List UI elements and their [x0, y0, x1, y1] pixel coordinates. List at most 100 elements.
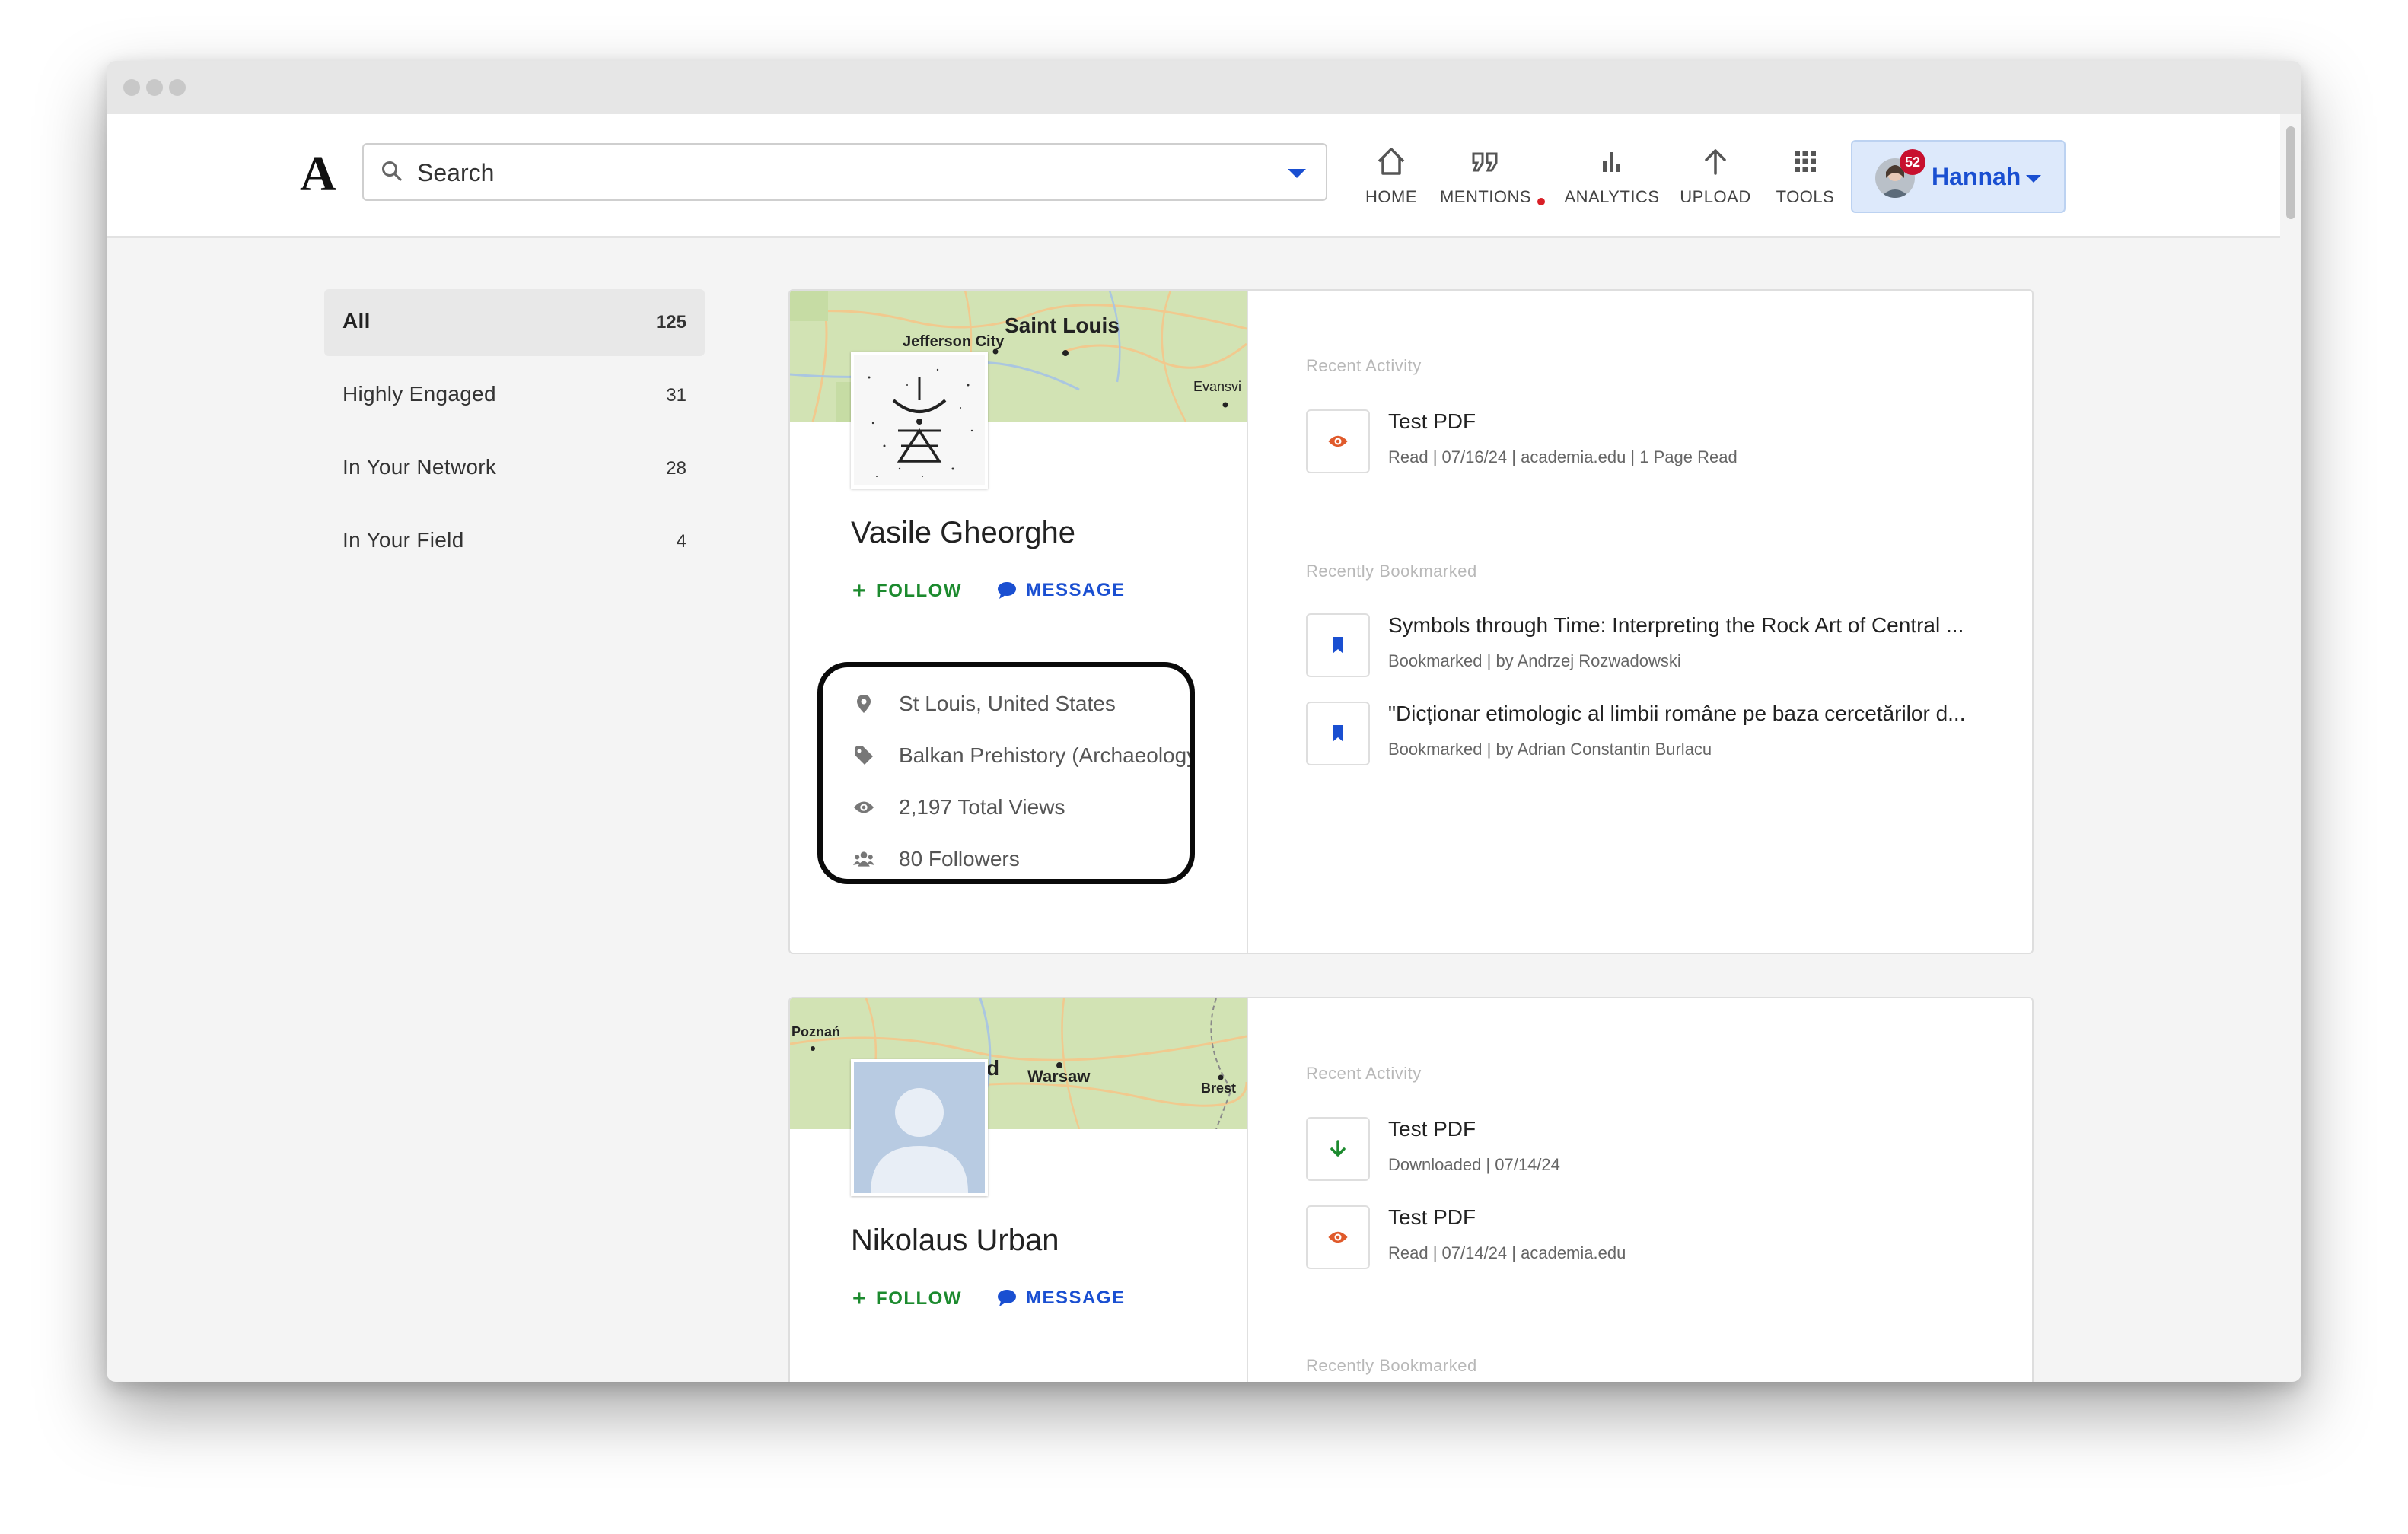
nav-home-label: HOME [1365, 187, 1417, 206]
eye-icon [853, 801, 874, 813]
search-input[interactable] [416, 154, 1256, 192]
map-label-jefferson-city: Jefferson City [903, 333, 1005, 350]
notification-count-badge: 52 [1900, 149, 1925, 175]
tag-icon [855, 746, 873, 765]
recently-bookmarked-heading: Recently Bookmarked [1306, 562, 1477, 581]
window-titlebar [107, 61, 2301, 114]
recently-bookmarked-heading: Recently Bookmarked [1306, 1356, 1477, 1375]
profile-photo-placeholder[interactable] [851, 1059, 988, 1196]
nav-tools-label: TOOLS [1776, 187, 1835, 206]
bookmark-icon [1333, 637, 1343, 654]
nav-home[interactable]: HOME [1365, 145, 1417, 207]
map-label-fragment: d [986, 1056, 1000, 1080]
search-icon [382, 161, 402, 181]
activity-meta: Downloaded | 07/14/24 [1388, 1155, 1560, 1174]
activity-meta: Read | 07/16/24 | academia.edu | 1 Page … [1388, 447, 1738, 466]
nav-analytics[interactable]: ANALYTICS [1559, 145, 1665, 207]
mentions-notification-dot [1537, 198, 1545, 205]
nav-mentions-label: MENTIONS [1439, 187, 1532, 206]
academia-logo[interactable]: A [300, 149, 336, 199]
profile-name[interactable]: Vasile Gheorghe [851, 516, 1075, 550]
bookmark-icon-box [1306, 613, 1370, 677]
activity-title[interactable]: Test PDF [1388, 1205, 1476, 1230]
profile-stats-highlight: St Louis, United States Balkan Prehistor… [817, 662, 1195, 884]
window-close-dot[interactable] [123, 79, 140, 96]
activity-title[interactable]: Test PDF [1388, 409, 1476, 434]
activity-icon-box [1306, 1205, 1370, 1269]
profile-card: Poznań Warsaw Brest d Nikolaus Urban + F… [788, 997, 2034, 1382]
message-label: MESSAGE [1026, 580, 1126, 600]
bar-chart-icon [1603, 152, 1620, 172]
filter-in-your-network[interactable]: In Your Network 28 [324, 435, 705, 502]
follow-label: FOLLOW [876, 1288, 962, 1309]
profile-photo[interactable] [851, 352, 988, 489]
search-box[interactable] [362, 143, 1327, 201]
profile-panel: Saint Louis Jefferson City Evansvi Vasil… [790, 291, 1248, 953]
nav-upload[interactable]: UPLOAD [1674, 145, 1757, 207]
stat-views: 2,197 Total Views [853, 795, 1065, 820]
default-avatar-icon [854, 1062, 985, 1193]
grid-icon [1795, 151, 1816, 172]
search-dropdown-caret-icon[interactable] [1288, 169, 1306, 178]
profile-card: Saint Louis Jefferson City Evansvi Vasil… [788, 289, 2034, 954]
nav-tools[interactable]: TOOLS [1769, 145, 1842, 207]
bookmark-meta: Bookmarked | by Andrzej Rozwadowski [1388, 651, 1681, 670]
activity-icon-box [1306, 409, 1370, 473]
filter-label: All [342, 309, 371, 333]
username-label: Hannah [1932, 163, 2021, 190]
filter-highly-engaged[interactable]: Highly Engaged 31 [324, 362, 705, 429]
activity-panel: Recent Activity Test PDF Downloaded | 07… [1247, 998, 2032, 1382]
filter-count: 125 [655, 312, 686, 333]
map-label-brest: Brest [1201, 1080, 1237, 1096]
bookmark-meta: Bookmarked | by Adrian Constantin Burlac… [1388, 740, 1712, 759]
filter-in-your-field[interactable]: In Your Field 4 [324, 508, 705, 575]
stat-followers-text: 80 Followers [899, 847, 1020, 870]
map-label-poznan: Poznań [792, 1024, 841, 1039]
nav-mentions[interactable]: MENTIONS [1431, 145, 1545, 207]
message-button[interactable]: MESSAGE [997, 580, 1126, 601]
eye-icon [1328, 435, 1348, 447]
activity-panel: Recent Activity Test PDF Read | 07/16/24… [1247, 291, 2032, 953]
download-arrow-icon [1330, 1140, 1346, 1157]
vertical-scrollbar[interactable] [2286, 126, 2295, 219]
bookmark-icon [1333, 725, 1343, 742]
filter-label: Highly Engaged [342, 382, 496, 406]
stat-field-text: Balkan Prehistory (Archaeology) [899, 743, 1195, 767]
chat-bubble-icon [998, 582, 1016, 599]
activity-meta: Read | 07/14/24 | academia.edu [1388, 1243, 1626, 1262]
activity-title[interactable]: Test PDF [1388, 1117, 1476, 1141]
plus-icon: + [852, 1286, 868, 1311]
browser-window: A HOME MENTIONS ANALYTICS UPLOAD [107, 61, 2301, 1382]
upload-arrow-icon [1705, 149, 1726, 175]
stat-location-text: St Louis, United States [899, 692, 1116, 715]
map-label-evansville: Evansvi [1193, 379, 1242, 394]
filter-count: 31 [666, 385, 686, 406]
user-dropdown-caret-icon [2026, 175, 2041, 183]
window-minimize-dot[interactable] [146, 79, 163, 96]
map-label-warsaw: Warsaw [1027, 1067, 1091, 1086]
stat-location: St Louis, United States [853, 692, 1116, 716]
follow-button[interactable]: + FOLLOW [852, 580, 962, 603]
filter-count: 28 [666, 458, 686, 479]
filter-count: 4 [676, 531, 686, 552]
profile-name[interactable]: Nikolaus Urban [851, 1224, 1059, 1258]
home-icon [1378, 148, 1405, 175]
stat-views-text: 2,197 Total Views [899, 795, 1065, 819]
bookmark-title[interactable]: Symbols through Time: Interpreting the R… [1388, 613, 1964, 638]
user-menu-button[interactable]: 52 Hannah [1851, 140, 2066, 213]
filter-label: In Your Network [342, 455, 497, 479]
profile-artwork [854, 355, 985, 485]
recent-activity-heading: Recent Activity [1306, 356, 1422, 375]
bookmark-icon-box [1306, 702, 1370, 765]
window-zoom-dot[interactable] [169, 79, 186, 96]
recent-activity-heading: Recent Activity [1306, 1064, 1422, 1083]
follow-button[interactable]: + FOLLOW [852, 1287, 962, 1310]
follow-label: FOLLOW [876, 581, 962, 601]
stat-field[interactable]: Balkan Prehistory (Archaeology) [853, 743, 1195, 768]
filter-label: In Your Field [342, 528, 464, 552]
people-group-icon [853, 851, 874, 867]
nav-analytics-label: ANALYTICS [1564, 187, 1660, 206]
bookmark-title[interactable]: "Dicționar etimologic al limbii române p… [1388, 702, 1965, 726]
filter-all[interactable]: All 125 [324, 289, 705, 356]
message-button[interactable]: MESSAGE [997, 1287, 1126, 1309]
